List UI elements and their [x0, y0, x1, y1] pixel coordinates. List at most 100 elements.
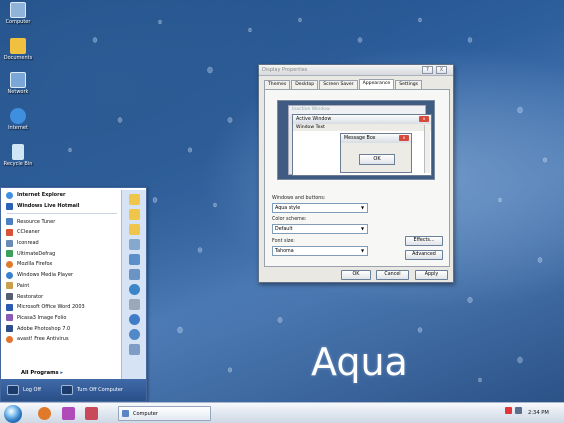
cancel-button[interactable]: Cancel [376, 270, 409, 280]
computer-icon [10, 2, 26, 18]
start-item-avast[interactable]: avast! Free Antivirus [3, 334, 121, 345]
scrollbar [424, 125, 430, 173]
iconread-icon [6, 239, 13, 247]
desktop-icon-computer[interactable]: Computer [2, 2, 34, 25]
firefox-icon [6, 260, 13, 268]
apply-button[interactable]: Apply [415, 270, 448, 280]
active-window-title: Active Window [293, 115, 431, 124]
folder-icon[interactable] [128, 224, 140, 235]
taskbar-button-label: Computer [133, 410, 158, 417]
chevron-down-icon: ▼ [360, 226, 365, 231]
folder-icon[interactable] [128, 209, 140, 220]
windows-buttons-value: Aqua style [275, 206, 301, 211]
start-menu-places [121, 190, 146, 380]
tab-settings[interactable]: Settings [395, 80, 423, 89]
start-item-firefox[interactable]: Mozilla Firefox [3, 259, 121, 270]
desktop-icon-network[interactable]: Network [2, 72, 34, 95]
start-item-ccleaner[interactable]: CCleaner [3, 227, 121, 238]
start-menu: Internet Explorer Windows Live Hotmail R… [0, 187, 147, 402]
computer-icon [122, 410, 129, 417]
start-item-media-player[interactable]: Windows Media Player [3, 270, 121, 281]
turn-off-label: Turn Off Computer [77, 387, 124, 393]
effects-button[interactable]: Effects... [405, 236, 443, 246]
search-icon[interactable] [128, 329, 140, 340]
start-item-word[interactable]: Microsoft Office Word 2003 [3, 302, 121, 313]
start-item-label: Iconread [17, 240, 39, 247]
globe-icon[interactable] [128, 284, 140, 295]
desktop-icon-recycle-bin[interactable]: Recycle Bin [2, 144, 34, 167]
desktop-icon-label: Documents [3, 55, 33, 61]
start-item-label: Windows Live Hotmail [17, 203, 80, 210]
internet-explorer-icon [6, 191, 13, 199]
media-player-icon [6, 271, 13, 279]
desktop-icon-documents[interactable]: Documents [2, 38, 34, 61]
close-icon: x [419, 116, 429, 122]
tab-desktop[interactable]: Desktop [291, 80, 319, 89]
desktop-icon-label: Internet [8, 125, 28, 131]
lock-icon [7, 385, 19, 395]
start-menu-divider [7, 213, 117, 215]
firefox-icon[interactable] [38, 407, 51, 420]
taskbar-button-computer[interactable]: Computer [118, 406, 211, 421]
help-button[interactable]: ? [422, 66, 433, 74]
turn-off-button[interactable]: Turn Off Computer [61, 383, 123, 397]
recycle-bin-icon [12, 144, 24, 160]
windows-buttons-select[interactable]: Aqua style ▼ [272, 203, 368, 213]
chevron-down-icon: ▼ [360, 248, 365, 253]
color-scheme-value: Default [275, 227, 293, 232]
start-item-resource-tuner[interactable]: Resource Tuner [3, 216, 121, 227]
window-title: Display Properties [262, 67, 308, 73]
start-menu-programs: Internet Explorer Windows Live Hotmail R… [3, 190, 121, 380]
tab-themes[interactable]: Themes [264, 80, 291, 89]
key-icon[interactable] [62, 407, 75, 420]
folder-icon[interactable] [128, 194, 140, 205]
close-button[interactable]: X [436, 66, 447, 74]
advanced-button[interactable]: Advanced [405, 250, 443, 260]
desktop-icon-internet[interactable]: Internet [2, 108, 34, 131]
help-icon[interactable] [128, 314, 140, 325]
start-item-hotmail[interactable]: Windows Live Hotmail [3, 201, 121, 212]
log-off-button[interactable]: Log Off [7, 383, 41, 397]
start-item-label: avast! Free Antivirus [17, 336, 69, 343]
paint-icon [6, 282, 13, 290]
ok-button[interactable]: OK [341, 270, 371, 280]
defrag-icon [6, 250, 13, 258]
color-scheme-label: Color scheme: [272, 217, 307, 222]
media-icon[interactable] [85, 407, 98, 420]
start-item-picasa[interactable]: Picasa3 Image Folio [3, 313, 121, 324]
volume-icon[interactable] [515, 407, 522, 414]
start-item-label: UltimateDefrag [17, 250, 56, 257]
tab-screen-saver[interactable]: Screen Saver [319, 80, 358, 89]
computer-icon[interactable] [128, 239, 140, 250]
start-item-label: Picasa3 Image Folio [17, 314, 67, 321]
all-programs-label: All Programs [21, 370, 59, 376]
word-icon [6, 303, 13, 311]
window-titlebar[interactable]: Display Properties ? X [259, 65, 453, 76]
start-item-restorator[interactable]: Restorator [3, 291, 121, 302]
start-item-photoshop[interactable]: Adobe Photoshop 7.0 [3, 323, 121, 334]
antivirus-tray-icon[interactable] [505, 407, 512, 414]
start-button[interactable] [4, 405, 22, 423]
start-item-ultimatedefrag[interactable]: UltimateDefrag [3, 248, 121, 259]
preview-ok-button: OK [359, 154, 395, 165]
run-icon[interactable] [128, 344, 140, 355]
clock[interactable]: 2:34 PM [528, 410, 549, 416]
font-size-select[interactable]: Tahoma ▼ [272, 246, 368, 256]
desktop-icon-label: Network [7, 89, 29, 95]
network-icon[interactable] [128, 254, 140, 265]
picasa-icon [6, 314, 13, 322]
start-item-iconread[interactable]: Iconread [3, 238, 121, 249]
color-scheme-select[interactable]: Default ▼ [272, 224, 368, 234]
chevron-down-icon: ▼ [360, 205, 365, 210]
hotmail-icon [6, 202, 13, 210]
appearance-panel: Inactive Window Active Window x Window T… [264, 89, 450, 267]
start-item-paint[interactable]: Paint [3, 281, 121, 292]
start-item-label: Paint [17, 282, 30, 289]
printer-icon[interactable] [128, 299, 140, 310]
start-item-internet-explorer[interactable]: Internet Explorer [3, 190, 121, 201]
font-size-value: Tahoma [275, 249, 294, 254]
control-panel-icon[interactable] [128, 269, 140, 280]
start-item-label: Adobe Photoshop 7.0 [17, 325, 71, 332]
tab-appearance[interactable]: Appearance [358, 79, 395, 89]
all-programs-button[interactable]: All Programs ▸ [21, 370, 63, 376]
